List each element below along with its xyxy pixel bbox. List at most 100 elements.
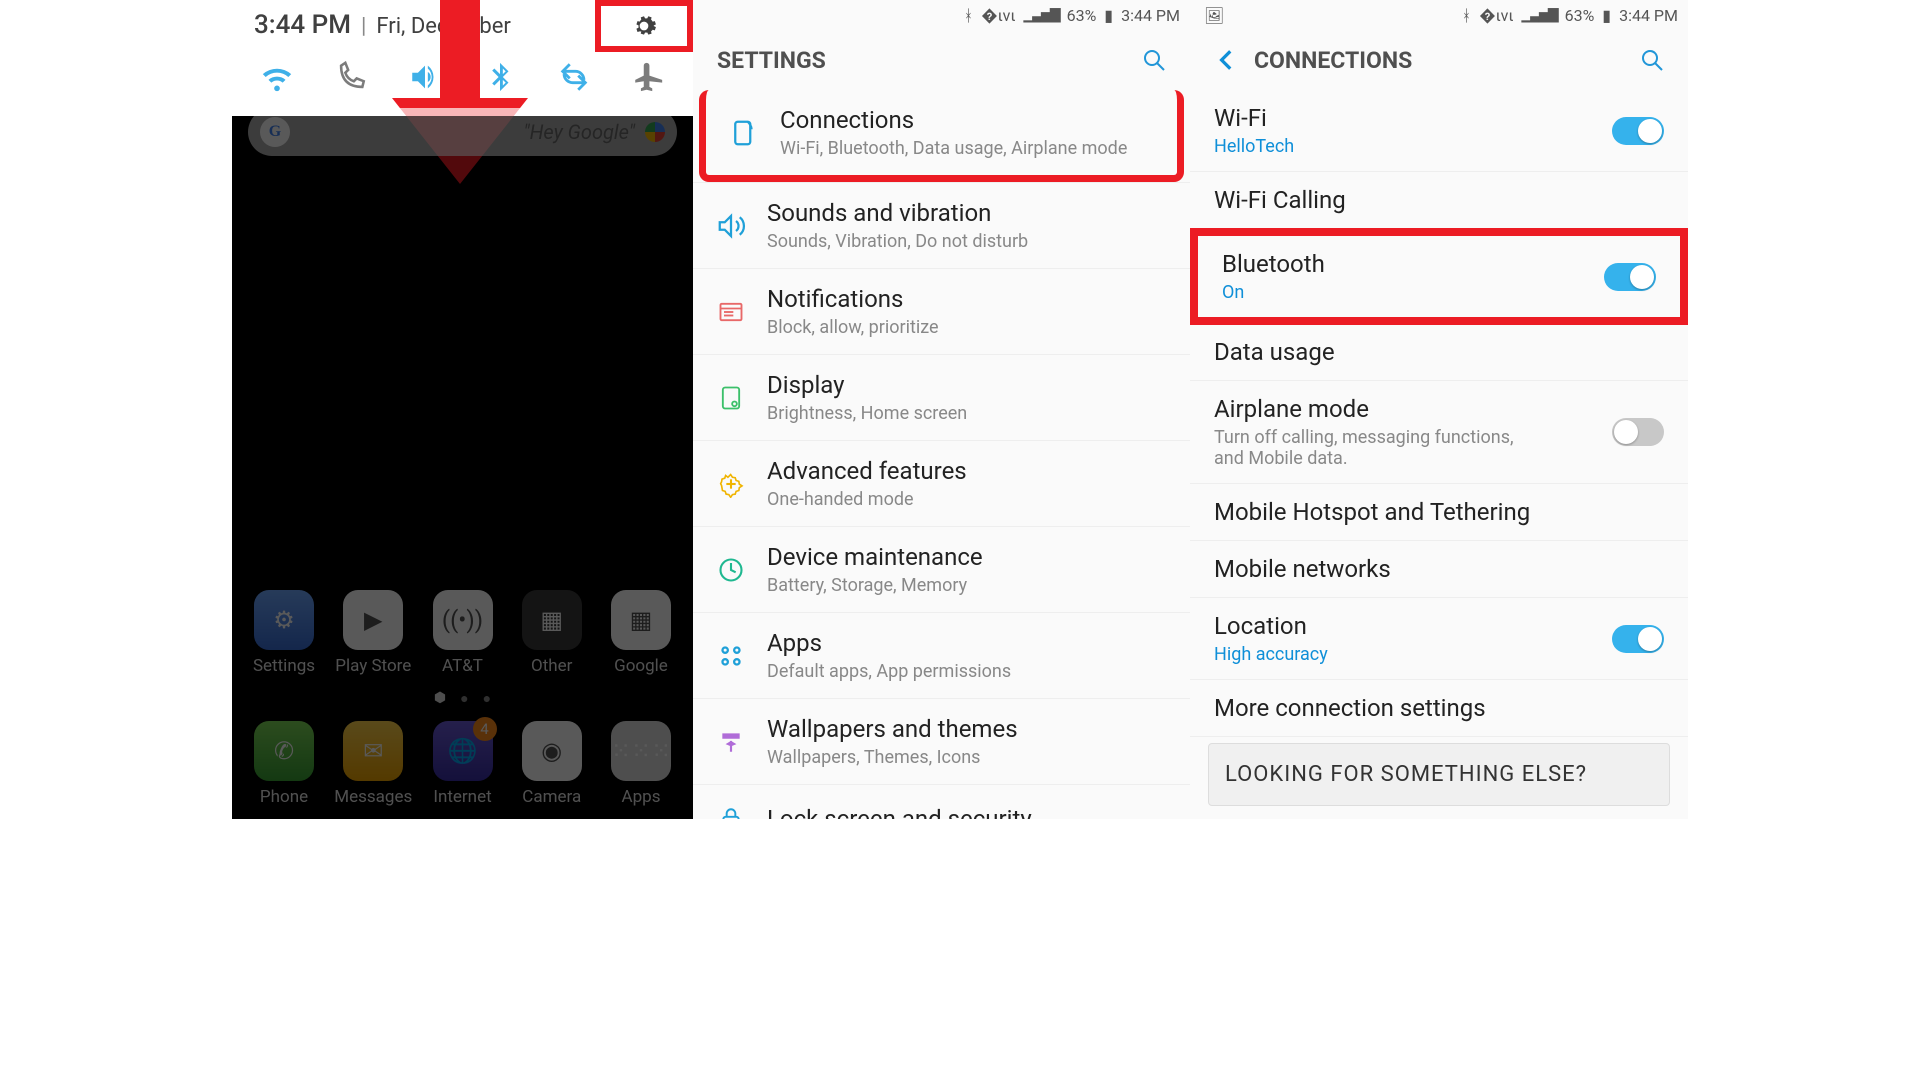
app-label: AT&T	[423, 656, 503, 676]
conn-item-mobile-networks[interactable]: Mobile networks	[1190, 541, 1688, 598]
call-icon[interactable]	[334, 60, 368, 94]
settings-item-lock-screen-and-security[interactable]: Lock screen and security	[693, 784, 1190, 819]
item-title: Connections	[780, 106, 1127, 134]
settings-item-connections[interactable]: ConnectionsWi-Fi, Bluetooth, Data usage,…	[699, 90, 1184, 182]
status-bar: 🖼 ᚼ �ινι ▁▃▅▇ 63% ▮ 3:44 PM	[1190, 0, 1688, 30]
item-subtitle: On	[1222, 282, 1325, 303]
app-messages[interactable]: ✉ Messages	[333, 721, 413, 807]
settings-screen: ᚼ �ινι ▁▃▅▇ 63% ▮ 3:44 PM SETTINGS Conne…	[693, 0, 1190, 819]
item-subtitle: Default apps, App permissions	[767, 661, 1011, 682]
quick-settings-over-home: 3:44 PM | Fri, December G	[232, 0, 693, 819]
status-time: 3:44 PM	[1619, 6, 1678, 25]
conn-item-wi-fi[interactable]: Wi-FiHelloTech	[1190, 90, 1688, 172]
app-label: Settings	[244, 656, 324, 676]
app-label: Internet	[423, 787, 503, 807]
app-internet[interactable]: 🌐4Internet	[423, 721, 503, 807]
item-title: Notifications	[767, 285, 939, 313]
toggle[interactable]	[1612, 418, 1664, 446]
conn-icon	[726, 115, 762, 151]
wifi-icon[interactable]	[260, 60, 294, 94]
item-title: Mobile Hotspot and Tethering	[1214, 498, 1530, 526]
settings-item-sounds-and-vibration[interactable]: Sounds and vibrationSounds, Vibration, D…	[693, 182, 1190, 268]
item-subtitle: Sounds, Vibration, Do not disturb	[767, 231, 1028, 252]
toggle[interactable]	[1604, 263, 1656, 291]
settings-item-notifications[interactable]: NotificationsBlock, allow, prioritize	[693, 268, 1190, 354]
item-title: Wallpapers and themes	[767, 715, 1018, 743]
app-camera[interactable]: ◉ Camera	[512, 721, 592, 807]
app-label: Other	[512, 656, 592, 676]
signal-icon: ▁▃▅▇	[1522, 7, 1557, 23]
status-time: 3:44 PM	[1121, 6, 1180, 25]
app-apps[interactable]: ⁙⁙⁙Apps	[601, 721, 681, 807]
app-google[interactable]: ▦Google	[601, 590, 681, 676]
settings-item-apps[interactable]: AppsDefault apps, App permissions	[693, 612, 1190, 698]
search-icon[interactable]	[1640, 48, 1664, 72]
google-logo-icon: G	[260, 117, 290, 147]
page-indicator[interactable]: ⬢ ●●	[244, 690, 681, 707]
wifi-status-icon: �ινι	[1479, 6, 1513, 25]
item-title: More connection settings	[1214, 694, 1486, 722]
settings-gear-highlight[interactable]	[595, 0, 693, 52]
sync-icon[interactable]	[557, 60, 591, 94]
item-subtitle: Wallpapers, Themes, Icons	[767, 747, 1018, 768]
settings-item-wallpapers-and-themes[interactable]: Wallpapers and themes Wallpapers, Themes,…	[693, 698, 1190, 784]
signal-icon: ▁▃▅▇	[1024, 7, 1059, 23]
battery-icon: ▮	[1104, 6, 1113, 25]
app-label: Camera	[512, 787, 592, 807]
app-label: Play Store	[333, 656, 413, 676]
conn-item-data-usage[interactable]: Data usage	[1190, 324, 1688, 381]
app-other[interactable]: ▦Other	[512, 590, 592, 676]
app-tile: ▶	[343, 590, 403, 650]
conn-item-mobile-hotspot-and-tethering[interactable]: Mobile Hotspot and Tethering	[1190, 484, 1688, 541]
connections-list: Wi-FiHelloTechWi-Fi CallingBluetoothOnDa…	[1190, 90, 1688, 737]
app-tile: ◉	[522, 721, 582, 781]
item-subtitle: HelloTech	[1214, 136, 1294, 157]
settings-item-advanced-features[interactable]: Advanced features One-handed mode	[693, 440, 1190, 526]
conn-item-bluetooth[interactable]: BluetoothOn	[1190, 228, 1688, 325]
sound-icon	[713, 208, 749, 244]
connections-header: CONNECTIONS	[1190, 30, 1688, 90]
looking-for-card[interactable]: LOOKING FOR SOMETHING ELSE?	[1208, 743, 1670, 806]
app-label: Messages	[333, 787, 413, 807]
app-at&t[interactable]: ((•))AT&T	[423, 590, 503, 676]
app-tile: ⚙	[254, 590, 314, 650]
item-title: Lock screen and security	[767, 805, 1032, 819]
conn-item-airplane-mode[interactable]: Airplane modeTurn off calling, messaging…	[1190, 381, 1688, 484]
google-search-pill[interactable]: G "Hey Google"	[248, 108, 677, 156]
airplane-icon[interactable]	[631, 60, 665, 94]
mic-icon[interactable]	[645, 122, 665, 142]
conn-item-more-connection-settings[interactable]: More connection settings	[1190, 680, 1688, 737]
apps-icon	[713, 638, 749, 674]
app-tile: ▦	[611, 590, 671, 650]
page-title: SETTINGS	[717, 47, 826, 74]
search-placeholder: "Hey Google"	[523, 120, 635, 144]
back-icon[interactable]	[1214, 47, 1240, 73]
item-title: Advanced features	[767, 457, 967, 485]
wall-icon	[713, 724, 749, 760]
picture-status-icon: 🖼	[1204, 6, 1224, 25]
settings-item-device-maintenance[interactable]: Device maintenanceBattery, Storage, Memo…	[693, 526, 1190, 612]
status-bar: ᚼ �ινι ▁▃▅▇ 63% ▮ 3:44 PM	[693, 0, 1190, 30]
bluetooth-status-icon: ᚼ	[1462, 6, 1472, 25]
toggle[interactable]	[1612, 625, 1664, 653]
toggle[interactable]	[1612, 117, 1664, 145]
item-title: Mobile networks	[1214, 555, 1391, 583]
lock-icon	[713, 801, 749, 819]
battery-icon: ▮	[1602, 6, 1611, 25]
annotation-arrow-down	[378, 0, 538, 194]
app-play-store[interactable]: ▶ Play Store	[333, 590, 413, 676]
app-tile: ✉	[343, 721, 403, 781]
notif-icon	[713, 294, 749, 330]
settings-item-display[interactable]: DisplayBrightness, Home screen	[693, 354, 1190, 440]
item-title: Device maintenance	[767, 543, 983, 571]
app-label: Phone	[244, 787, 324, 807]
app-phone[interactable]: ✆Phone	[244, 721, 324, 807]
item-subtitle: One-handed mode	[767, 489, 967, 510]
settings-list: ConnectionsWi-Fi, Bluetooth, Data usage,…	[693, 90, 1190, 819]
conn-item-wi-fi-calling[interactable]: Wi-Fi Calling	[1190, 172, 1688, 229]
conn-item-location[interactable]: LocationHigh accuracy	[1190, 598, 1688, 680]
search-icon[interactable]	[1142, 48, 1166, 72]
connections-screen: 🖼 ᚼ �ινι ▁▃▅▇ 63% ▮ 3:44 PM CONNECTIONS …	[1190, 0, 1688, 819]
item-title: Display	[767, 371, 967, 399]
app-settings[interactable]: ⚙ Settings	[244, 590, 324, 676]
